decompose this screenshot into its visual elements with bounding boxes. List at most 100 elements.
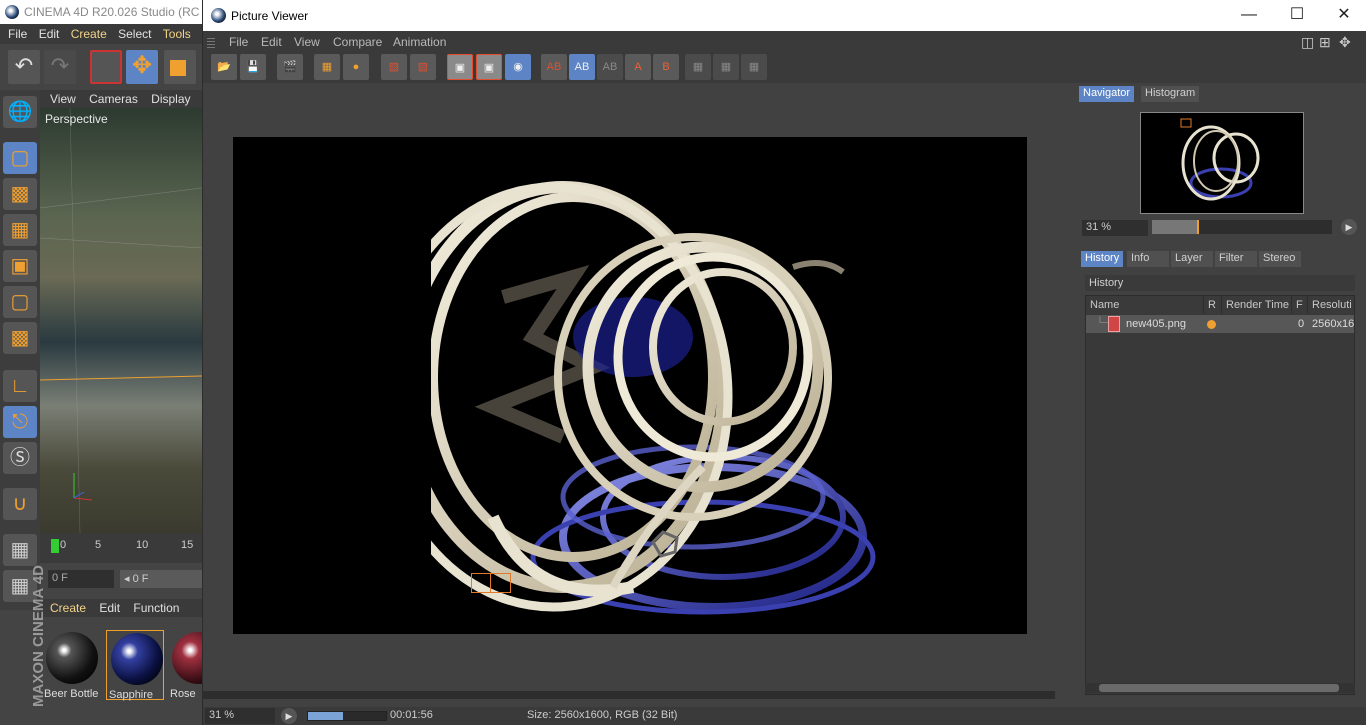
c4d-title-text: CINEMA 4D R20.026 Studio (RC - (24, 5, 202, 19)
ab-swap-icon[interactable]: AB (597, 54, 623, 80)
viewer-menu-bar: File Edit View Compare Animation ◫ ⊞ ✥ (203, 31, 1366, 53)
navigator-selection-box[interactable] (471, 573, 511, 593)
compare-layer-icon[interactable]: ▦ (685, 54, 711, 80)
viewport-menu-display[interactable]: Display (141, 90, 190, 106)
show-single-icon[interactable]: ▣ (447, 54, 473, 80)
tab-layer[interactable]: Layer (1171, 251, 1213, 267)
tab-histogram[interactable]: Histogram (1141, 86, 1200, 102)
remove-image-icon[interactable]: ▧ (381, 54, 407, 80)
ab-compare-icon[interactable]: AB (541, 54, 567, 80)
tab-info[interactable]: Info (1127, 251, 1169, 267)
navigator-zoom-field[interactable]: 31 % (1082, 220, 1148, 236)
menu-file[interactable]: File (229, 35, 248, 49)
move-panel-icon[interactable]: ✥ (1339, 34, 1351, 51)
timeline[interactable]: 0 5 10 15 (40, 533, 202, 563)
stop-render-icon[interactable]: ● (343, 54, 369, 80)
set-a-icon[interactable]: A (625, 54, 651, 80)
material-beer-bottle[interactable]: Beer Bottle (42, 630, 100, 700)
material-preview (111, 633, 163, 685)
edges-cube-icon[interactable]: ▢ (3, 286, 37, 318)
start-frame-field[interactable]: ◂ 0 F (120, 570, 202, 588)
history-file-name: new405.png (1126, 318, 1186, 330)
c4d-logo-icon (5, 5, 19, 19)
history-row[interactable]: └─ new405.png 0 2560x16 (1086, 315, 1354, 333)
snap-s-icon[interactable]: Ⓢ (3, 442, 37, 474)
tab-navigator[interactable]: Navigator (1079, 86, 1135, 102)
remove-all-icon[interactable]: ▧ (410, 54, 436, 80)
material-menu-function[interactable]: Function (123, 599, 179, 615)
scrollbar-thumb[interactable] (1099, 684, 1339, 692)
compare-diff-icon[interactable]: ▦ (713, 54, 739, 80)
globe-icon[interactable]: 🌐 (3, 96, 37, 128)
timeline-tick: 15 (181, 539, 194, 551)
slider-handle[interactable] (1196, 220, 1199, 234)
axis-icon[interactable]: ∟ (3, 370, 37, 402)
timeline-playhead[interactable] (51, 539, 59, 553)
play-icon[interactable]: ▶ (281, 708, 297, 724)
menu-view[interactable]: View (294, 35, 320, 49)
move-icon[interactable]: ✥ (126, 50, 158, 84)
copy-to-clipboard-icon[interactable]: ▦ (314, 54, 340, 80)
close-button[interactable]: ✕ (1334, 6, 1354, 26)
plane-grid-icon[interactable]: ▦ (3, 214, 37, 246)
col-name[interactable]: Name (1086, 296, 1204, 314)
grip-icon (207, 36, 215, 48)
cube-model-icon[interactable]: ▢ (3, 142, 37, 174)
ab-split-icon[interactable]: AB (569, 54, 595, 80)
show-range-icon[interactable]: ▣ (476, 54, 502, 80)
navigator-thumbnail[interactable] (1140, 112, 1304, 214)
compare-split-icon[interactable]: ▦ (741, 54, 767, 80)
history-table: Name R Render Time F Resoluti └─ new405.… (1085, 295, 1355, 695)
set-b-icon[interactable]: B (653, 54, 679, 80)
tab-history[interactable]: History (1081, 251, 1124, 267)
canvas-horizontal-scrollbar[interactable] (203, 691, 1055, 699)
current-frame-field[interactable]: 0 F (48, 570, 114, 588)
mouse-icon[interactable]: ⎋ (3, 406, 37, 438)
menu-animation[interactable]: Animation (393, 35, 446, 49)
render-settings-icon[interactable]: 🎬 (277, 54, 303, 80)
col-render-time[interactable]: Render Time (1222, 296, 1292, 314)
save-as-icon[interactable]: 💾 (240, 54, 266, 80)
polygons-cube-icon[interactable]: ▩ (3, 322, 37, 354)
magnet-icon[interactable]: ∪ (3, 488, 37, 520)
tab-filter[interactable]: Filter (1215, 251, 1257, 267)
new-panel-icon[interactable]: ⊞ (1319, 34, 1331, 51)
col-f[interactable]: F (1292, 296, 1308, 314)
filter-view-icon[interactable]: ◉ (505, 54, 531, 80)
c4d-menu-tools[interactable]: Tools (155, 24, 191, 41)
image-canvas[interactable] (203, 83, 1061, 691)
c4d-menu-file[interactable]: File (0, 24, 27, 41)
minimize-button[interactable]: — (1239, 6, 1259, 26)
redo-icon[interactable]: ↷ (44, 50, 76, 84)
col-resolution[interactable]: Resoluti (1308, 296, 1354, 314)
viewport-menu-cameras[interactable]: Cameras (79, 90, 138, 106)
maximize-button[interactable]: ☐ (1287, 6, 1307, 26)
c4d-title-bar: CINEMA 4D R20.026 Studio (RC - (0, 0, 202, 24)
c4d-menu-create[interactable]: Create (63, 24, 107, 41)
c4d-menu-edit[interactable]: Edit (31, 24, 60, 41)
open-folder-icon[interactable]: 📂 (211, 54, 237, 80)
navigator-play-icon[interactable]: ▶ (1341, 219, 1357, 235)
image-file-icon (1108, 316, 1120, 332)
undo-icon[interactable]: ↶ (8, 50, 40, 84)
perspective-viewport[interactable] (40, 108, 202, 533)
menu-edit[interactable]: Edit (261, 35, 282, 49)
points-cube-icon[interactable]: ▣ (3, 250, 37, 282)
select-arrow-icon[interactable] (90, 50, 122, 84)
material-sapphire[interactable]: Sapphire (106, 630, 164, 701)
viewport-menu-view[interactable]: View (40, 90, 76, 106)
col-r[interactable]: R (1204, 296, 1222, 314)
texture-cube-icon[interactable]: ▩ (3, 178, 37, 210)
zoom-field[interactable]: 31 % (205, 708, 275, 724)
navigator-zoom-slider[interactable] (1152, 220, 1332, 234)
scale-icon[interactable] (164, 50, 196, 84)
material-menu-edit[interactable]: Edit (89, 599, 120, 615)
tab-stereo[interactable]: Stereo (1259, 251, 1301, 267)
history-horizontal-scrollbar[interactable] (1085, 683, 1355, 693)
c4d-left-palette: 🌐 ▢ ▩ ▦ ▣ ▢ ▩ ∟ ⎋ Ⓢ ∪ ▦ ▦ (0, 90, 40, 610)
menu-compare[interactable]: Compare (333, 35, 382, 49)
layout-icon[interactable]: ◫ (1301, 34, 1314, 51)
progress-fill (308, 712, 344, 720)
lock-grid-icon[interactable]: ▦ (3, 534, 37, 566)
c4d-menu-select[interactable]: Select (110, 24, 151, 41)
